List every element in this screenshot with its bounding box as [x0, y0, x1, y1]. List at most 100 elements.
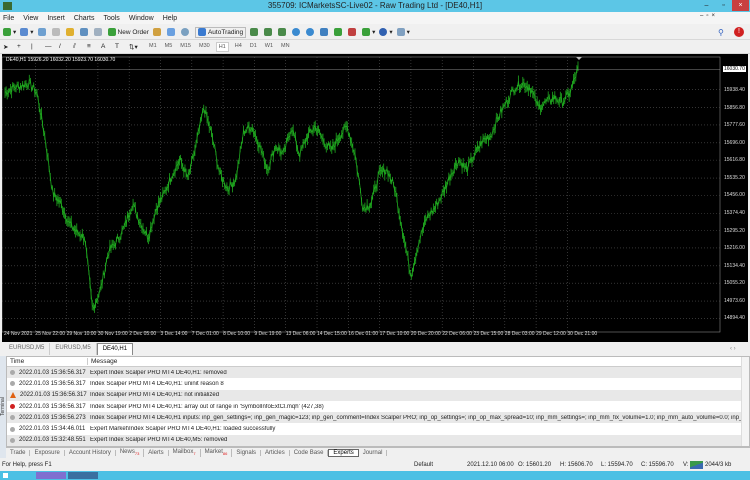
- chart-tab[interactable]: EURUSD,M5: [50, 343, 97, 355]
- candlestick-button[interactable]: [264, 27, 274, 38]
- channel-tool[interactable]: ⫽: [73, 41, 83, 52]
- chart-tab[interactable]: EURUSD,M5: [4, 343, 51, 355]
- horizontal-line-tool[interactable]: —: [45, 41, 55, 52]
- label-tool[interactable]: T: [115, 41, 125, 52]
- tab-label: Experts: [333, 450, 354, 456]
- maximize-button[interactable]: ▫: [715, 0, 732, 11]
- new-order-button[interactable]: New Order: [107, 27, 149, 38]
- info-icon: [10, 415, 15, 421]
- timeframe-w1[interactable]: W1: [263, 42, 275, 52]
- terminal-tab-exposure[interactable]: Exposure: [30, 450, 65, 456]
- price-label: 15216.00: [724, 244, 745, 251]
- column-time[interactable]: Time: [7, 358, 87, 365]
- bar-chart-button[interactable]: [250, 27, 260, 38]
- line-chart-button[interactable]: [278, 27, 288, 38]
- profiles-button[interactable]: ▾: [20, 27, 34, 38]
- timeframe-h1[interactable]: H1: [215, 41, 229, 52]
- trendline-tool[interactable]: /: [59, 41, 69, 52]
- search-icon[interactable]: ⚲: [718, 28, 724, 37]
- periods-button[interactable]: ▾: [379, 27, 393, 38]
- text-tool[interactable]: A: [101, 41, 111, 52]
- timeframe-m1[interactable]: M1: [147, 42, 159, 52]
- timeframe-m30[interactable]: M30: [197, 42, 212, 52]
- templates-button[interactable]: ▾: [396, 27, 410, 38]
- log-row[interactable]: 2022.01.03 15:36:56.317 Index Scalper PRO…: [7, 389, 749, 401]
- menu-charts[interactable]: Charts: [74, 15, 95, 22]
- taskbar-app[interactable]: [68, 472, 98, 479]
- navigator-button[interactable]: [65, 27, 76, 38]
- terminal-tab-experts[interactable]: Experts: [328, 449, 359, 457]
- chart-window-controls[interactable]: –▫×: [700, 13, 718, 19]
- log-row[interactable]: 2022.01.03 15:36:56.273 Index Scalper PRO…: [7, 412, 749, 424]
- menu-insert[interactable]: Insert: [47, 15, 65, 22]
- close-button[interactable]: ×: [732, 0, 749, 11]
- terminal-scrollbar[interactable]: [741, 357, 749, 446]
- tab-badge: 86: [222, 451, 228, 457]
- price-label: 15535.20: [724, 175, 745, 182]
- zoom-in-button[interactable]: [292, 27, 302, 38]
- terminal-tab-account-history[interactable]: Account History: [65, 450, 116, 456]
- price-label: 15295.20: [724, 227, 745, 234]
- current-price-label: 16030.70: [723, 66, 746, 73]
- terminal-tab-trade[interactable]: Trade: [6, 450, 31, 456]
- fibonacci-tool[interactable]: ≡: [87, 41, 97, 52]
- indicators-button[interactable]: ▾: [362, 27, 375, 38]
- market-watch-button[interactable]: [37, 27, 48, 38]
- terminal-button[interactable]: [79, 27, 90, 38]
- log-row[interactable]: 2022.01.03 15:36:56.317 Index Scalper PRO…: [7, 401, 749, 412]
- experts-button[interactable]: [166, 27, 177, 38]
- start-icon[interactable]: [3, 473, 8, 478]
- taskbar-app[interactable]: [36, 472, 66, 479]
- column-message[interactable]: Message: [87, 358, 117, 365]
- price-label: 14973.60: [724, 298, 745, 305]
- timeframe-h4[interactable]: H4: [233, 42, 244, 52]
- menu-view[interactable]: View: [23, 15, 38, 22]
- terminal-tab-alerts[interactable]: Alerts: [144, 450, 169, 456]
- new-chart-button[interactable]: ▾: [3, 27, 16, 38]
- log-row[interactable]: 2022.01.03 15:34:46.011 Expert Market\Ind…: [7, 423, 749, 434]
- terminal-tab-code-base[interactable]: Code Base: [290, 450, 329, 456]
- timeframe-d1[interactable]: D1: [248, 42, 259, 52]
- time-label: 25 Nov 22:00: [35, 331, 66, 337]
- crosshair-tool[interactable]: +: [17, 41, 27, 52]
- menu-tools[interactable]: Tools: [103, 15, 119, 22]
- terminal-tab-signals[interactable]: Signals: [232, 450, 262, 456]
- tester-button[interactable]: [93, 27, 104, 38]
- time-label: 13 Dec 06:00: [285, 331, 316, 337]
- tile-windows-button[interactable]: [320, 27, 330, 38]
- price-chart[interactable]: DE40,H1 15926.20 16032.20 15923.70 16030…: [2, 54, 748, 342]
- log-row[interactable]: 2022.01.03 15:32:48.551 Expert Index Scal…: [7, 434, 749, 447]
- menu-help[interactable]: Help: [163, 15, 177, 22]
- tab-label: Exposure: [34, 450, 60, 456]
- log-time-cell: 2022.01.03 15:32:48.551: [7, 437, 87, 443]
- menu-file[interactable]: File: [3, 15, 14, 22]
- timeframe-m15[interactable]: M15: [178, 42, 193, 52]
- timeframe-mn[interactable]: MN: [279, 42, 292, 52]
- vertical-line-tool[interactable]: |: [31, 41, 41, 52]
- log-row[interactable]: 2022.01.03 15:36:56.317 Expert Index Scal…: [7, 367, 749, 379]
- chart-tabs-scroll[interactable]: ‹ ›: [730, 346, 736, 352]
- metaeditor-button[interactable]: [152, 27, 163, 38]
- menu-window[interactable]: Window: [129, 15, 154, 22]
- terminal-tab-market[interactable]: Market86: [201, 449, 233, 457]
- log-row[interactable]: 2022.01.03 15:36:56.317 Index Scalper PRO…: [7, 378, 749, 389]
- tab-label: Mailbox: [172, 449, 194, 456]
- tab-label: Code Base: [293, 450, 324, 456]
- terminal-tab-articles[interactable]: Articles: [261, 450, 290, 456]
- terminal-tab-journal[interactable]: Journal: [359, 450, 388, 456]
- timeframe-m5[interactable]: M5: [163, 42, 175, 52]
- chart-tab[interactable]: DE40,H1: [96, 343, 134, 355]
- chart-shift-button[interactable]: [348, 27, 358, 38]
- notification-icon[interactable]: !: [734, 27, 744, 37]
- arrows-tool[interactable]: ⇅▾: [129, 41, 139, 52]
- price-label: 15777.60: [724, 121, 745, 128]
- signals-button[interactable]: [180, 27, 191, 38]
- terminal-tab-mailbox[interactable]: Mailbox7: [169, 449, 201, 457]
- data-window-button[interactable]: [51, 27, 62, 38]
- minimize-button[interactable]: –: [698, 0, 715, 11]
- zoom-out-button[interactable]: [306, 27, 316, 38]
- cursor-tool[interactable]: ➤: [3, 41, 13, 52]
- autotrading-button[interactable]: AutoTrading: [194, 26, 247, 38]
- terminal-tab-news[interactable]: News73: [116, 449, 145, 457]
- autoscroll-button[interactable]: [334, 27, 344, 38]
